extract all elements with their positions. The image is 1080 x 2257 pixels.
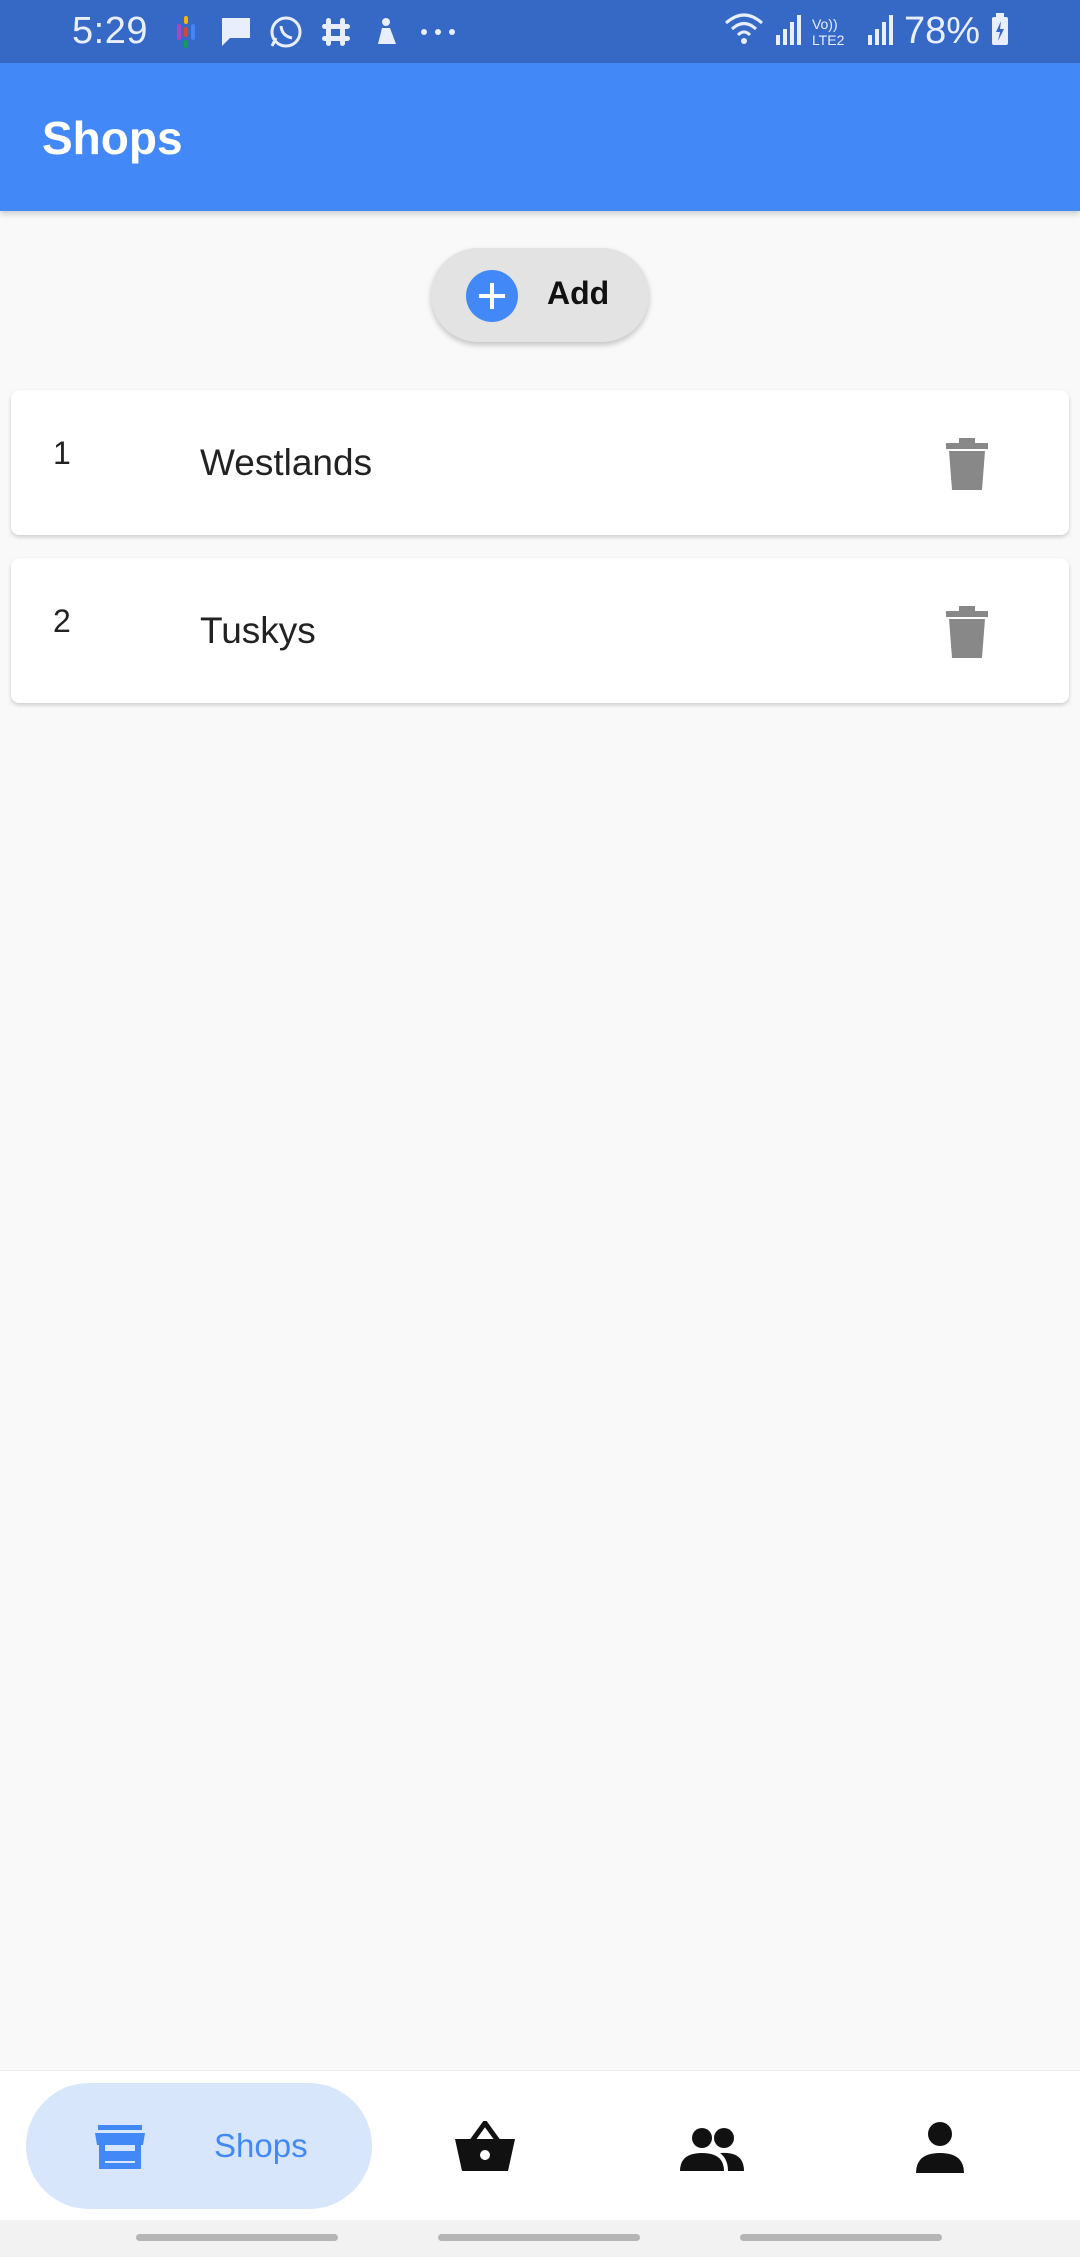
shop-name: Tuskys [200, 610, 316, 651]
shop-number: 2 [53, 603, 71, 639]
message-icon [218, 14, 254, 50]
signal-icon-2 [866, 11, 894, 52]
delete-icon[interactable] [942, 436, 992, 492]
notification-icons [168, 14, 455, 50]
person-icon[interactable] [914, 2121, 966, 2173]
shop-name: Westlands [200, 442, 373, 483]
bottom-navigation: Shops [0, 2070, 1080, 2220]
shop-list-item[interactable]: 1 Westlands [11, 390, 1069, 535]
slack-icon [318, 14, 354, 50]
nav-item-shops[interactable]: Shops [26, 2083, 372, 2209]
signal-icon [774, 11, 802, 52]
app-bar: Shops [0, 63, 1080, 211]
more-notifications-icon [418, 14, 455, 50]
delete-icon[interactable] [942, 604, 992, 660]
nav-shops-label: Shops [214, 2127, 308, 2164]
gesture-pill-center[interactable] [438, 2234, 640, 2241]
gesture-bar [0, 2220, 1080, 2257]
add-circle-icon [466, 270, 518, 322]
people-icon[interactable] [680, 2127, 744, 2171]
status-time: 5:29 [72, 10, 148, 52]
add-button-label: Add [547, 275, 610, 311]
page-title: Shops [42, 112, 183, 164]
status-bar: 5:29 Vo)) LTE2 78% [0, 0, 1080, 63]
shop-list-item[interactable]: 2 Tuskys [11, 558, 1069, 703]
app-notification-icon [368, 14, 404, 50]
shop-number: 1 [53, 435, 71, 471]
gesture-pill-right [740, 2234, 942, 2241]
store-icon [94, 2123, 146, 2171]
basket-icon[interactable] [454, 2118, 516, 2173]
battery-charging-icon [990, 11, 1010, 52]
status-right: Vo)) LTE2 78% [724, 10, 1010, 53]
add-shop-button[interactable]: Add [431, 248, 649, 342]
google-podcasts-icon [168, 14, 204, 50]
volte-label: Vo)) LTE2 [811, 15, 845, 48]
wifi-icon [724, 11, 764, 52]
whatsapp-icon [268, 14, 304, 50]
gesture-pill-left [136, 2234, 338, 2241]
battery-percent: 78% [903, 10, 980, 52]
